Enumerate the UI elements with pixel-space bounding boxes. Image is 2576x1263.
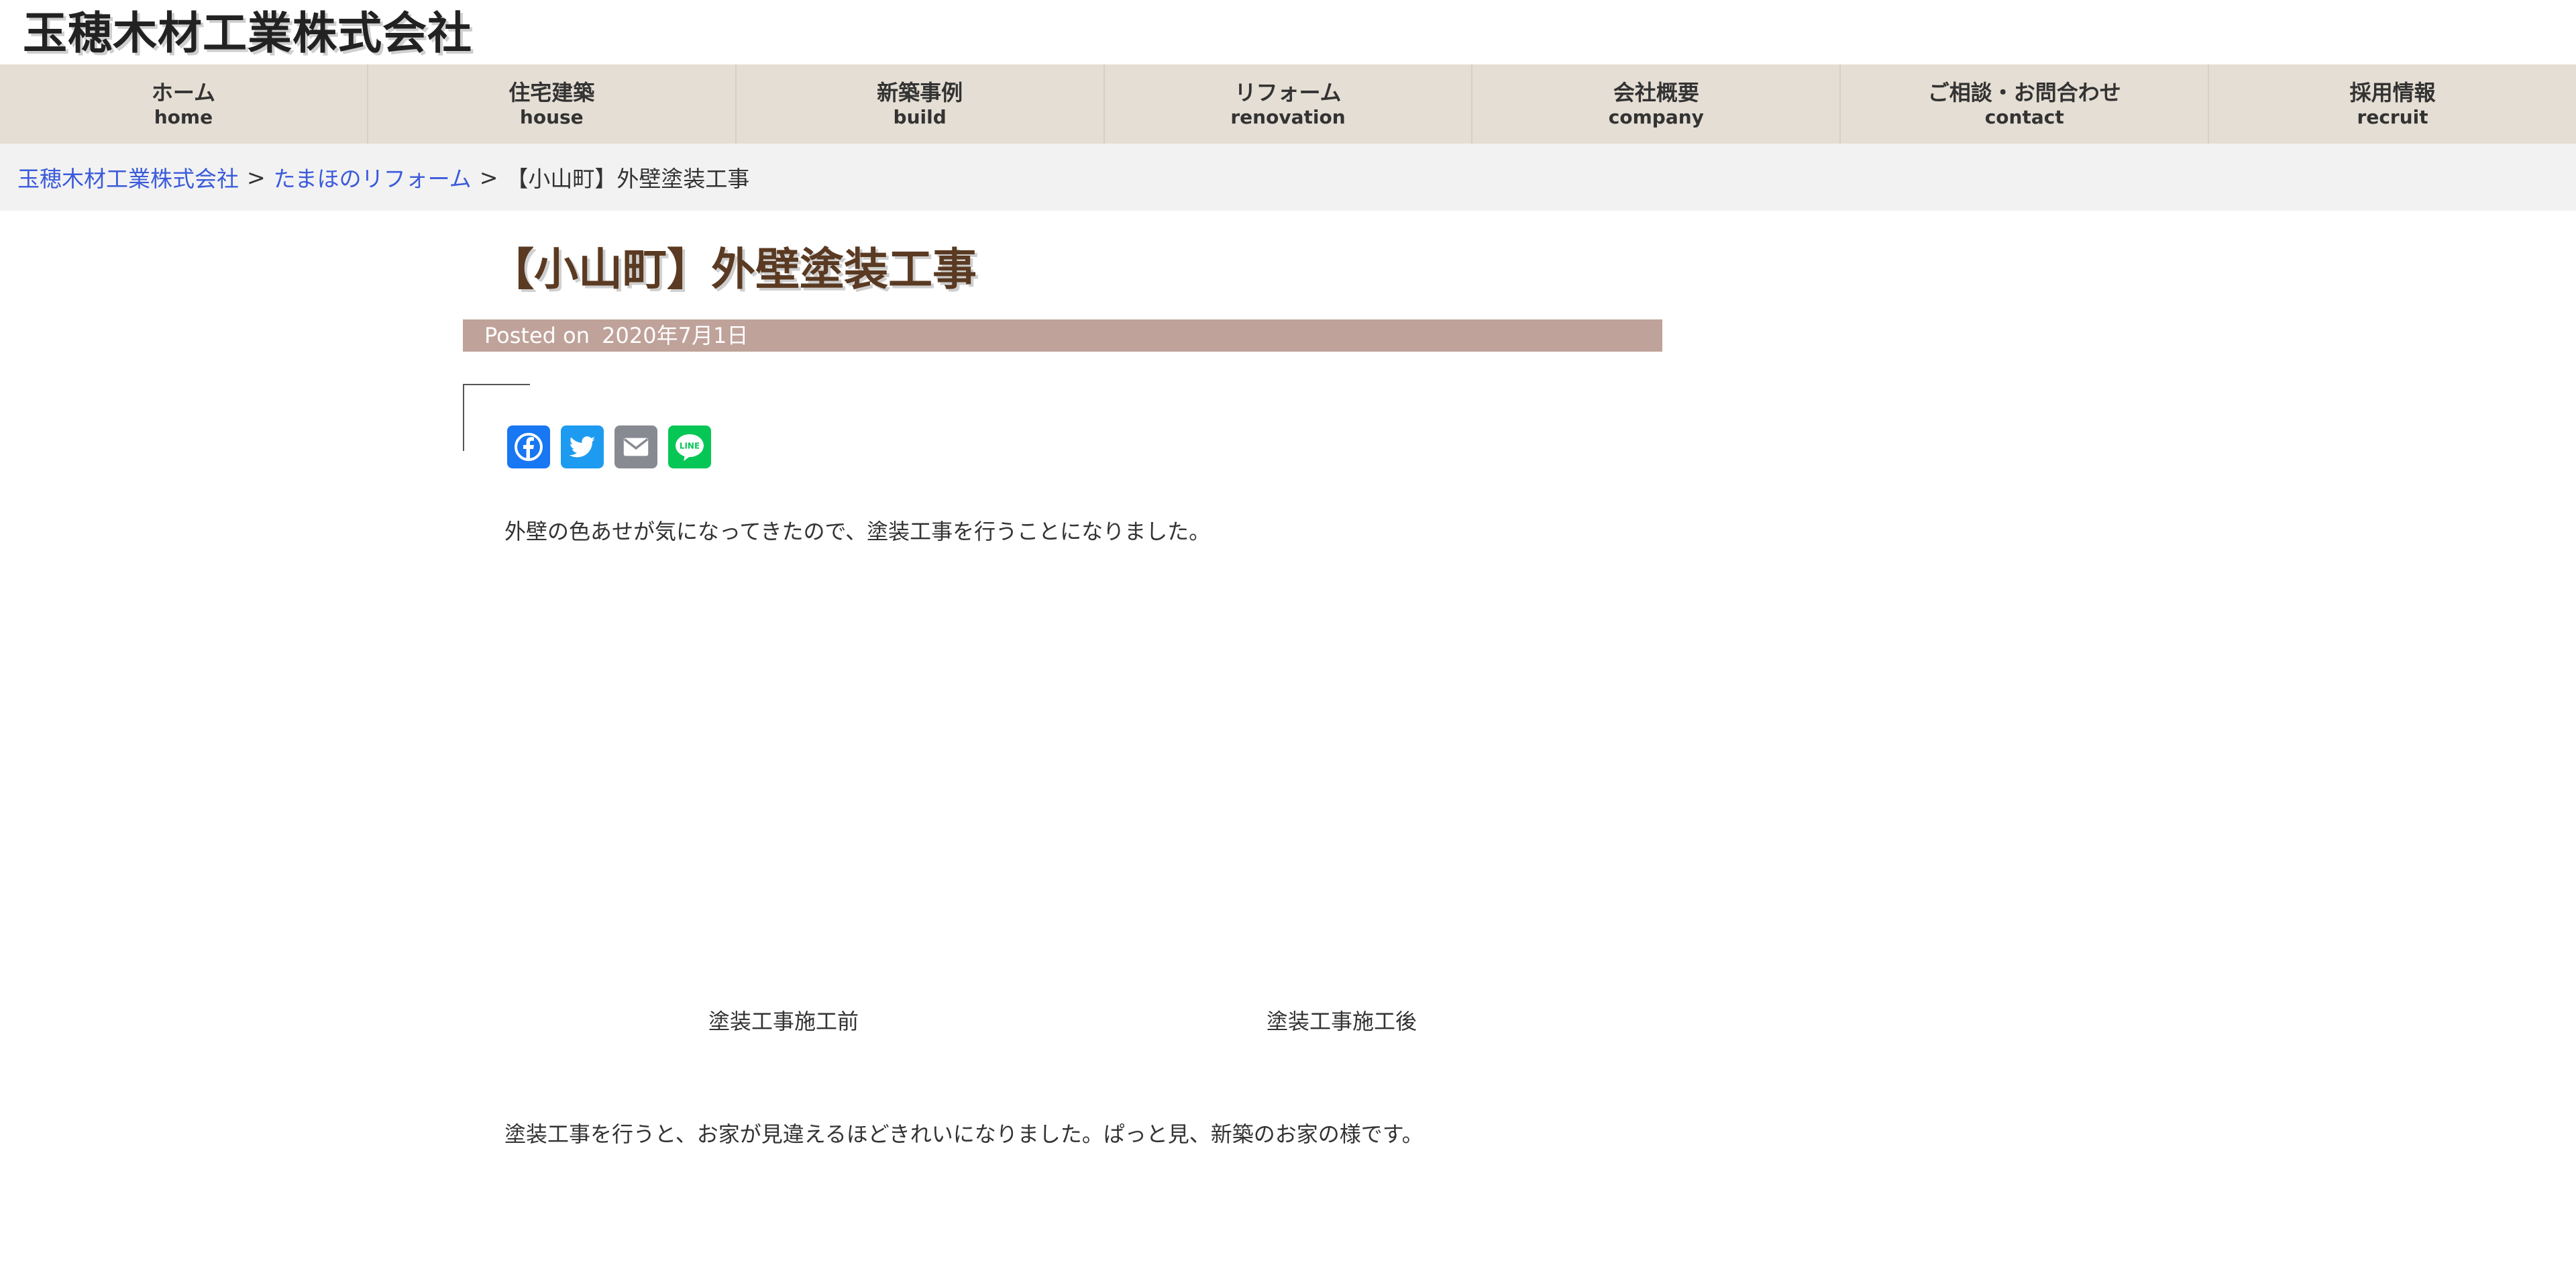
paragraph-intro: 外壁の色あせが気になってきたので、塗装工事を行うことになりました。 <box>504 519 1211 544</box>
share-email-button[interactable] <box>614 425 657 468</box>
site-header: 玉穂木材工業株式会社 <box>0 0 2576 64</box>
share-facebook-button[interactable] <box>507 425 550 468</box>
share-twitter-button[interactable] <box>561 425 604 468</box>
caption-after: 塗装工事施工後 <box>1267 1009 1417 1034</box>
nav-item-company[interactable]: 会社概要 company <box>1471 64 1839 144</box>
site-title[interactable]: 玉穂木材工業株式会社 <box>23 3 472 63</box>
caption-before: 塗装工事施工前 <box>708 1009 859 1034</box>
nav-item-recruit[interactable]: 採用情報 recruit <box>2208 64 2576 144</box>
posted-label: Posted on <box>484 323 590 348</box>
nav-item-label: 会社概要 <box>1613 80 1699 105</box>
nav-item-label: 新築事例 <box>877 80 963 105</box>
breadcrumb-category-link[interactable]: たまほのリフォーム <box>274 161 472 193</box>
nav-item-sublabel: company <box>1608 106 1704 128</box>
nav-item-house[interactable]: 住宅建築 house <box>366 64 735 144</box>
twitter-icon <box>567 432 598 462</box>
posted-date: 2020年7月1日 <box>602 323 749 348</box>
breadcrumb-separator: > <box>247 164 266 191</box>
paragraph-result: 塗装工事を行うと、お家が見違えるほどきれいになりました。ぱっと見、新築のお家の様… <box>504 1121 1424 1147</box>
nav-item-sublabel: house <box>519 106 584 128</box>
main-nav: ホーム home 住宅建築 house 新築事例 build リフォーム ren… <box>0 64 2576 144</box>
nav-item-renovation[interactable]: リフォーム renovation <box>1103 64 1472 144</box>
breadcrumb: 玉穂木材工業株式会社 > たまほのリフォーム > 【小山町】外壁塗装工事 <box>0 144 2576 211</box>
nav-item-sublabel: recruit <box>2357 106 2428 128</box>
nav-item-sublabel: build <box>893 106 947 128</box>
facebook-icon <box>513 431 545 463</box>
nav-item-label: ご相談・お問合わせ <box>1927 80 2121 105</box>
nav-item-contact[interactable]: ご相談・お問合わせ contact <box>1839 64 2208 144</box>
posted-meta: Posted on 2020年7月1日 <box>463 319 1662 352</box>
line-icon-text: LINE <box>680 442 700 451</box>
line-icon: LINE <box>673 430 706 464</box>
breadcrumb-home-link[interactable]: 玉穂木材工業株式会社 <box>17 161 239 193</box>
nav-item-sublabel: contact <box>1984 106 2064 128</box>
email-icon <box>621 432 651 462</box>
nav-item-sublabel: renovation <box>1230 106 1346 128</box>
breadcrumb-current: 【小山町】外壁塗装工事 <box>506 166 750 192</box>
nav-item-label: ホーム <box>151 80 215 105</box>
breadcrumb-separator: > <box>479 164 498 191</box>
page-title: 【小山町】外壁塗装工事 <box>490 244 977 295</box>
nav-item-label: 採用情報 <box>2349 80 2436 105</box>
nav-item-build[interactable]: 新築事例 build <box>735 64 1104 144</box>
nav-item-home[interactable]: ホーム home <box>0 64 367 144</box>
nav-item-sublabel: home <box>154 106 213 128</box>
nav-item-label: リフォーム <box>1234 80 1342 105</box>
nav-item-label: 住宅建築 <box>508 80 595 105</box>
share-buttons: LINE <box>507 425 711 468</box>
share-line-button[interactable]: LINE <box>668 425 711 468</box>
